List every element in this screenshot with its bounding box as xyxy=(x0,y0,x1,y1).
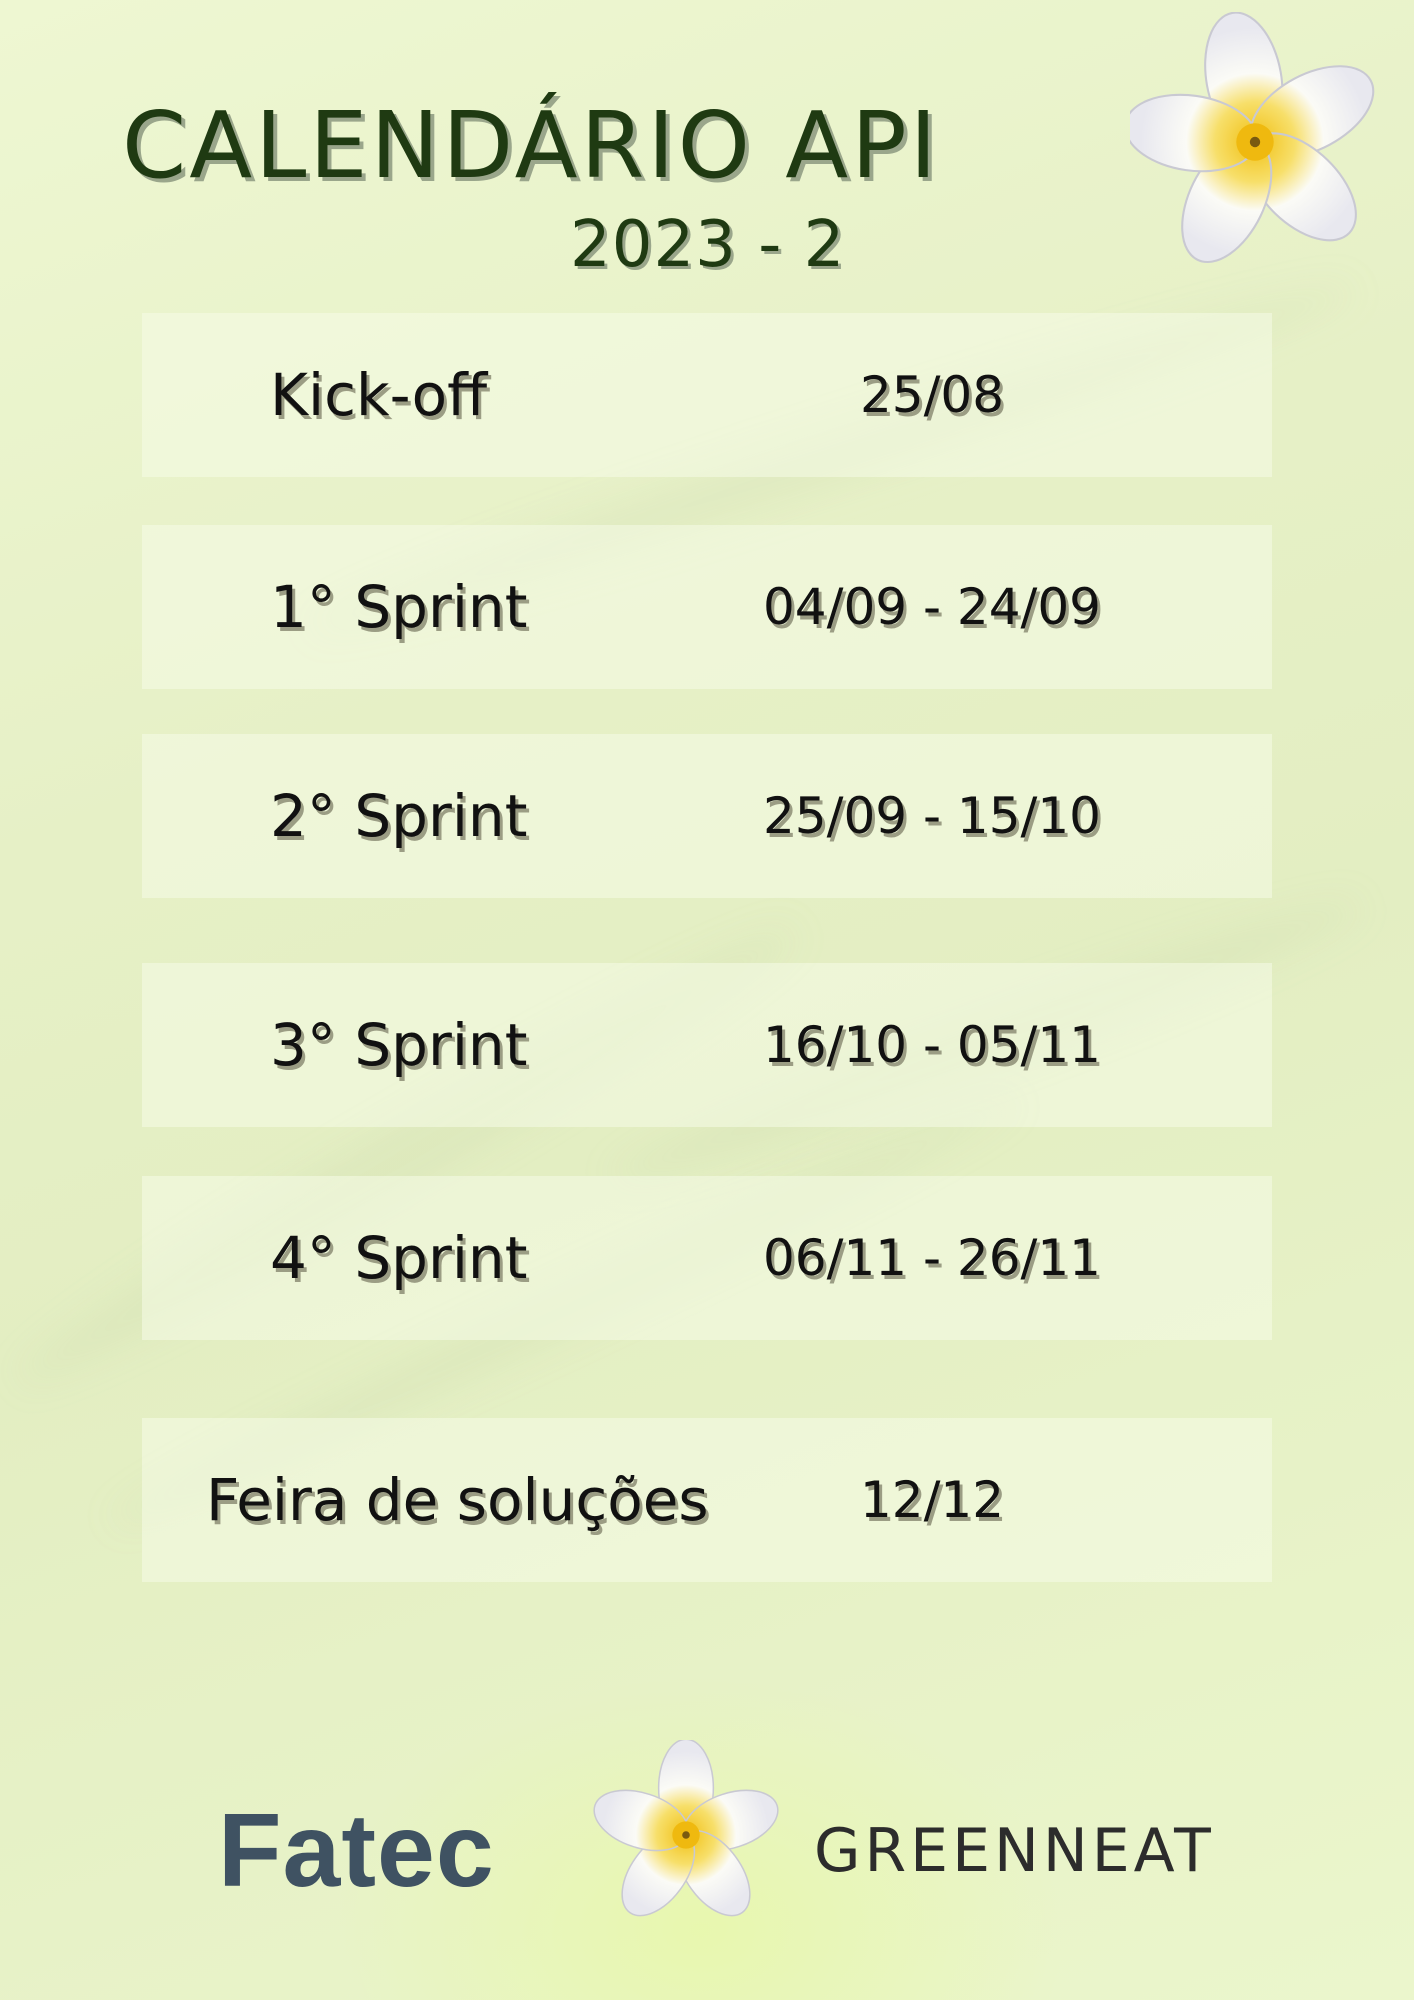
schedule-label: 2° Sprint xyxy=(270,782,528,850)
schedule-row-feira: Feira de soluções 12/12 xyxy=(142,1418,1272,1582)
schedule-label: Kick-off xyxy=(270,361,488,429)
schedule-date: 04/09 - 24/09 xyxy=(762,578,1101,636)
plumeria-flower-icon xyxy=(1130,12,1375,264)
schedule-row-sprint-2: 2° Sprint 25/09 - 15/10 xyxy=(142,734,1272,898)
schedule-row-sprint-1: 1° Sprint 04/09 - 24/09 xyxy=(142,525,1272,689)
page-subtitle: 2023 - 2 xyxy=(570,208,846,282)
schedule-row-kickoff: Kick-off 25/08 xyxy=(142,313,1272,477)
schedule-date: 25/09 - 15/10 xyxy=(762,787,1101,845)
schedule-row-sprint-3: 3° Sprint 16/10 - 05/11 xyxy=(142,963,1272,1127)
schedule-row-sprint-4: 4° Sprint 06/11 - 26/11 xyxy=(142,1176,1272,1340)
schedule-date: 16/10 - 05/11 xyxy=(762,1016,1101,1074)
page-title: CALENDÁRIO API xyxy=(122,92,940,199)
schedule-date: 12/12 xyxy=(859,1471,1005,1529)
fatec-logo: Fatec xyxy=(218,1793,495,1909)
schedule-label: Feira de soluções xyxy=(206,1466,709,1534)
schedule-label: 3° Sprint xyxy=(270,1011,528,1079)
schedule-date: 06/11 - 26/11 xyxy=(762,1229,1101,1287)
schedule-date: 25/08 xyxy=(859,366,1005,424)
schedule-label: 1° Sprint xyxy=(270,573,528,641)
schedule-label: 4° Sprint xyxy=(270,1224,528,1292)
plumeria-flower-icon xyxy=(593,1740,779,1917)
greenneat-logo: GREENNEAT xyxy=(814,1816,1215,1886)
